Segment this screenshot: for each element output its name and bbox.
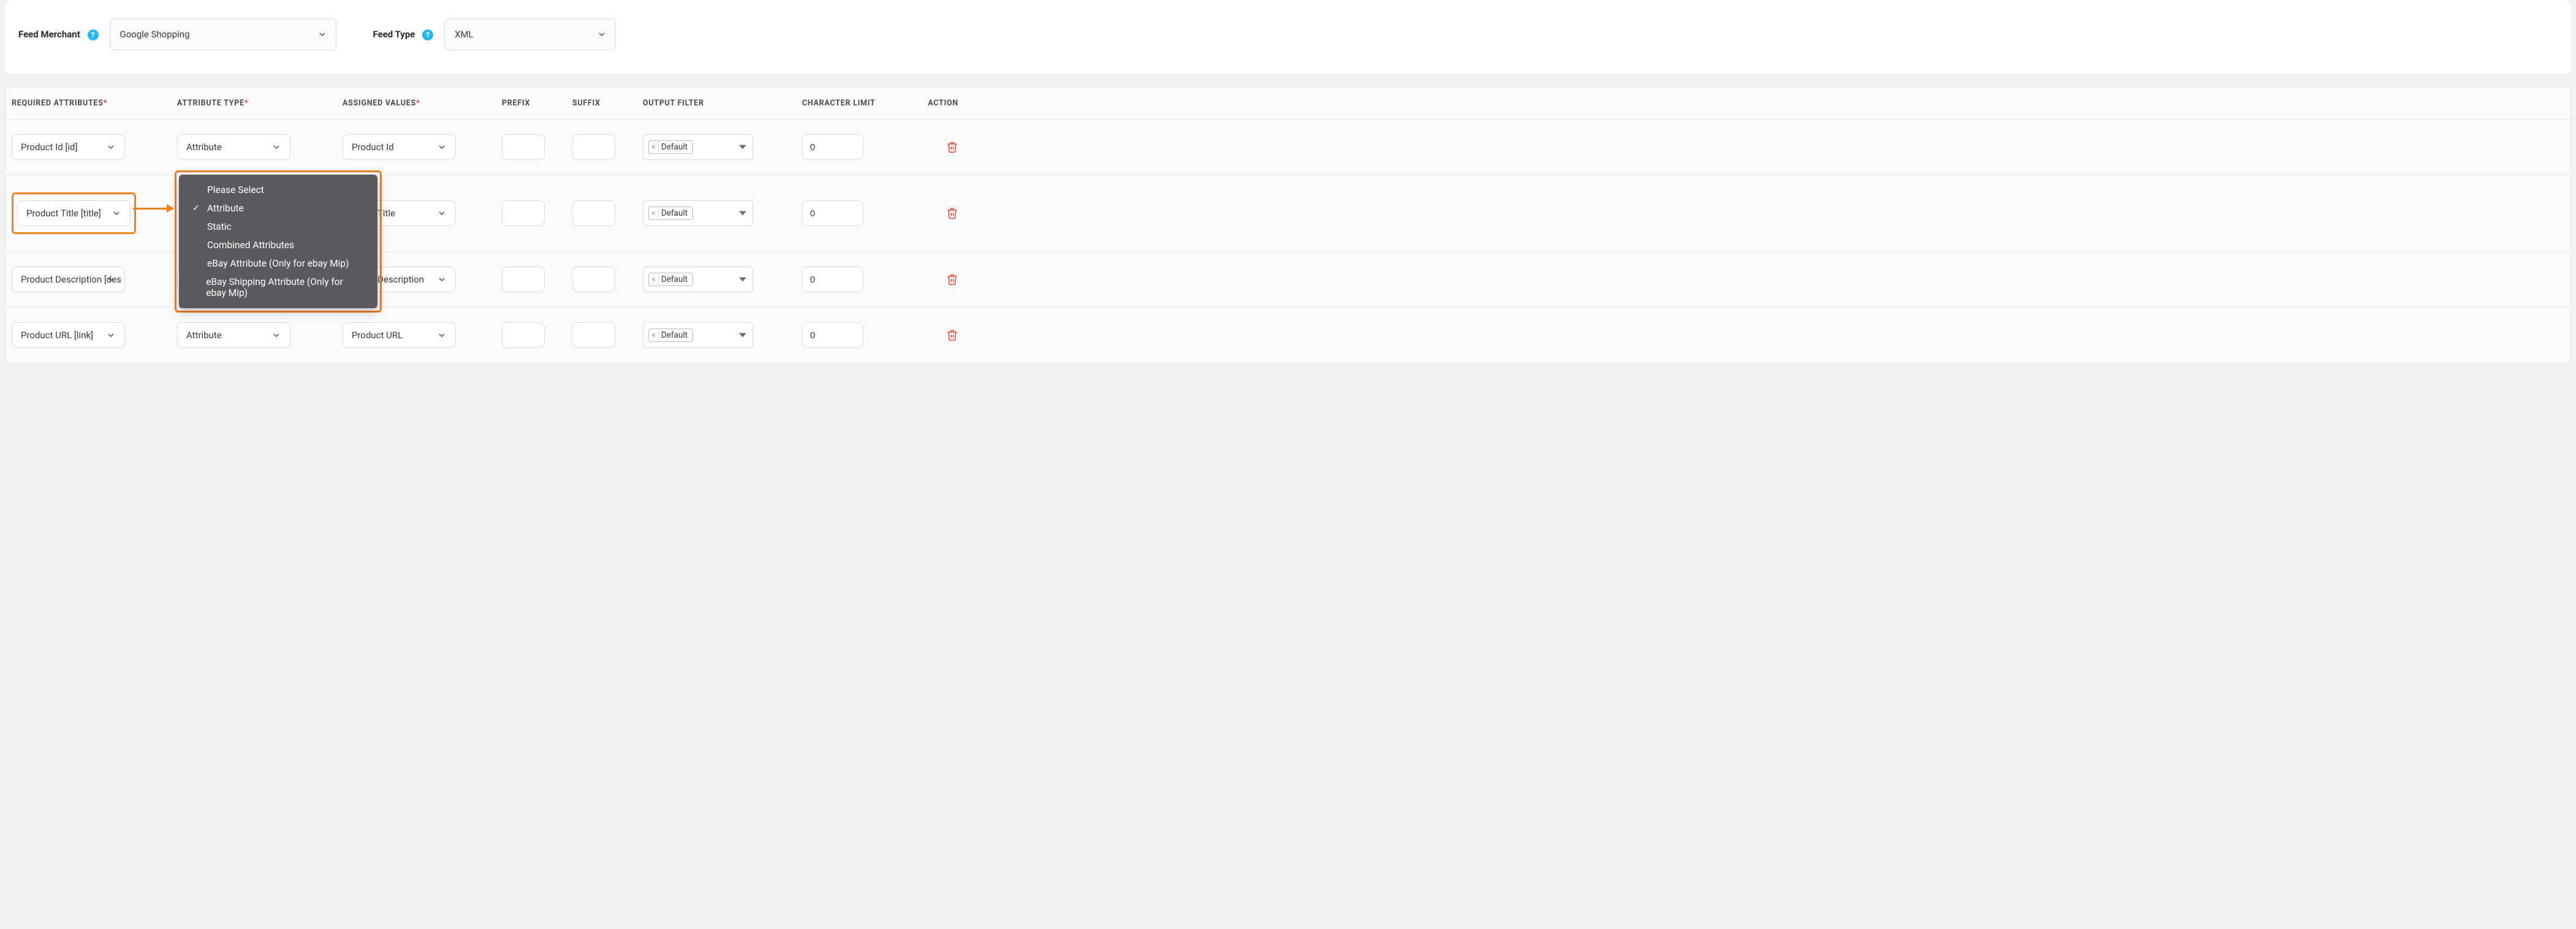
chevron-down-icon (739, 145, 746, 150)
dropdown-option[interactable]: Combined Attributes (179, 236, 377, 254)
dropdown-option-selected[interactable]: ✓Attribute (179, 199, 377, 218)
attribute-type-dropdown: Please Select ✓Attribute Static Combined… (175, 170, 382, 313)
output-filter-select[interactable]: × Default (643, 134, 753, 160)
required-attribute-select[interactable]: Product URL [link] (12, 322, 125, 348)
chevron-down-icon (739, 278, 746, 282)
prefix-input[interactable] (502, 134, 545, 160)
highlighted-required-attribute: Product Title [title] (12, 192, 136, 234)
col-action: ACTION (922, 99, 958, 108)
col-output-filter: OUTPUT FILTER (643, 99, 802, 108)
feed-type-label: Feed Type ? (373, 29, 434, 40)
chevron-down-icon (106, 142, 116, 152)
dropdown-list: Please Select ✓Attribute Static Combined… (179, 175, 377, 308)
trash-icon (946, 140, 958, 154)
col-suffix: SUFFIX (572, 99, 643, 108)
feed-merchant-group: Feed Merchant ? Google Shopping (18, 18, 336, 50)
required-attribute-select[interactable]: Product Description [des (12, 267, 125, 292)
character-limit-input[interactable] (802, 267, 863, 292)
attribute-type-select[interactable]: Attribute (177, 322, 290, 348)
suffix-input[interactable] (572, 134, 615, 160)
help-icon[interactable]: ? (88, 29, 99, 40)
dropdown-option[interactable]: Please Select (179, 181, 377, 199)
prefix-input[interactable] (502, 267, 545, 292)
dropdown-option[interactable]: eBay Attribute (Only for ebay Mip) (179, 254, 377, 273)
table-row: Product Title [title] Product Title × De… (6, 175, 2570, 252)
output-filter-select[interactable]: × Default (643, 322, 753, 348)
table-header: REQUIRED ATTRIBUTES* ATTRIBUTE TYPE* ASS… (6, 88, 2570, 119)
output-filter-select[interactable]: × Default (643, 267, 753, 292)
chevron-down-icon (317, 29, 327, 39)
trash-icon (946, 207, 958, 220)
feed-type-group: Feed Type ? XML (373, 18, 616, 50)
chip-remove-icon[interactable]: × (651, 143, 659, 152)
feed-settings-card: Feed Merchant ? Google Shopping Feed Typ… (5, 0, 2571, 74)
col-char-limit: CHARACTER LIMIT (802, 99, 922, 108)
col-attr-type: ATTRIBUTE TYPE* (177, 99, 343, 108)
callout-arrow (133, 208, 173, 210)
chip-remove-icon[interactable]: × (651, 209, 659, 218)
col-required: REQUIRED ATTRIBUTES* (12, 99, 177, 108)
filter-chip[interactable]: × Default (648, 273, 693, 286)
suffix-input[interactable] (572, 267, 615, 292)
chip-remove-icon[interactable]: × (651, 275, 659, 284)
attribute-type-select[interactable]: Attribute (177, 134, 290, 160)
filter-chip[interactable]: × Default (648, 328, 693, 342)
filter-chip[interactable]: × Default (648, 140, 693, 154)
chevron-down-icon (437, 208, 447, 218)
chip-remove-icon[interactable]: × (651, 331, 659, 340)
chevron-down-icon (112, 208, 121, 218)
feed-merchant-value: Google Shopping (120, 29, 190, 40)
delete-row-button[interactable] (922, 328, 958, 342)
required-attribute-select[interactable]: Product Title [title] (17, 200, 131, 226)
prefix-input[interactable] (502, 322, 545, 348)
feed-type-select[interactable]: XML (444, 18, 616, 50)
chevron-down-icon (106, 330, 116, 340)
col-assigned: ASSIGNED VALUES* (343, 99, 502, 108)
trash-icon (946, 273, 958, 286)
trash-icon (946, 328, 958, 342)
help-icon[interactable]: ? (422, 29, 433, 40)
attributes-table: REQUIRED ATTRIBUTES* ATTRIBUTE TYPE* ASS… (5, 87, 2571, 363)
chevron-down-icon (739, 333, 746, 338)
table-row: Product Description [des Attribute Produ… (6, 252, 2570, 308)
suffix-input[interactable] (572, 200, 615, 226)
chevron-down-icon (437, 142, 447, 152)
table-row: Product Id [id] Attribute Product Id × D… (6, 119, 2570, 175)
output-filter-select[interactable]: × Default (643, 200, 753, 226)
delete-row-button[interactable] (922, 207, 958, 220)
chevron-down-icon (437, 330, 447, 340)
filter-chip[interactable]: × Default (648, 207, 693, 220)
feed-type-value: XML (455, 29, 474, 40)
feed-merchant-select[interactable]: Google Shopping (110, 18, 336, 50)
assigned-value-select[interactable]: Product Id (343, 134, 456, 160)
table-row: Product URL [link] Attribute Product URL… (6, 308, 2570, 363)
character-limit-input[interactable] (802, 134, 863, 160)
chevron-down-icon (271, 142, 281, 152)
prefix-input[interactable] (502, 200, 545, 226)
delete-row-button[interactable] (922, 273, 958, 286)
suffix-input[interactable] (572, 322, 615, 348)
chevron-down-icon (437, 275, 447, 284)
feed-merchant-label: Feed Merchant ? (18, 29, 99, 40)
character-limit-input[interactable] (802, 322, 863, 348)
chevron-down-icon (597, 29, 607, 39)
delete-row-button[interactable] (922, 140, 958, 154)
assigned-value-select[interactable]: Product URL (343, 322, 456, 348)
chevron-down-icon (739, 211, 746, 216)
check-icon: ✓ (192, 203, 201, 213)
chevron-down-icon (271, 330, 281, 340)
dropdown-option[interactable]: Static (179, 218, 377, 236)
col-prefix: PREFIX (502, 99, 572, 108)
required-attribute-select[interactable]: Product Id [id] (12, 134, 125, 160)
character-limit-input[interactable] (802, 200, 863, 226)
dropdown-option[interactable]: eBay Shipping Attribute (Only for ebay M… (179, 273, 377, 302)
